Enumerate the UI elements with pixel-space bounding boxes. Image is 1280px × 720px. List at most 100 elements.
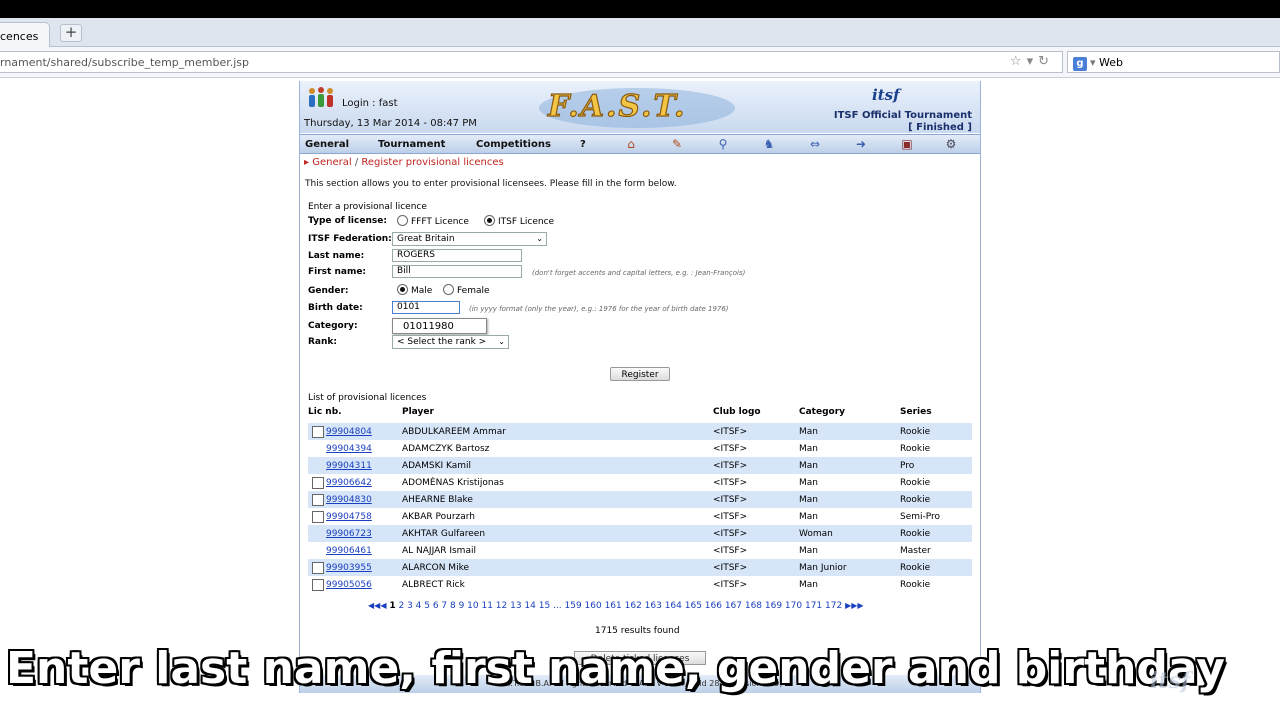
dropdown-icon[interactable]: ▾ xyxy=(1027,54,1039,69)
gender-option-female[interactable]: Female xyxy=(443,284,490,296)
breadcrumb-root[interactable]: General xyxy=(312,157,351,168)
row-checkbox[interactable] xyxy=(312,494,324,506)
player-name: AKHTAR Gulfareen xyxy=(402,529,486,539)
licence-number-link[interactable]: 99906723 xyxy=(326,529,372,539)
gender-label: Gender: xyxy=(308,286,349,296)
last-page-icon[interactable]: ▶▶ xyxy=(851,601,863,610)
licence-number-link[interactable]: 99905056 xyxy=(326,580,372,590)
player-series: Semi-Pro xyxy=(900,512,941,522)
birth-date-input[interactable]: 0101 xyxy=(392,301,460,314)
fast-page: Login : fast Thursday, 13 Mar 2014 - 08:… xyxy=(299,81,981,693)
main-nav: General Tournament Competitions ? ⌂ ✎ ⚲ … xyxy=(300,134,980,154)
player-category: Man xyxy=(799,478,818,488)
radio-ffft[interactable] xyxy=(397,215,408,226)
header-player: Player xyxy=(402,407,434,417)
itsf-logo: itsf xyxy=(872,86,900,104)
breadcrumb-separator: / xyxy=(354,157,359,168)
chevron-down-icon: ⌄ xyxy=(536,234,543,243)
player-name: AL NAJJAR Ismail xyxy=(402,546,476,556)
row-checkbox[interactable] xyxy=(312,562,324,574)
table-row: 99906461 AL NAJJAR Ismail <ITSF> Man Master xyxy=(308,542,972,559)
player-series: Rookie xyxy=(900,580,931,590)
teams-icon[interactable]: ⇔ xyxy=(806,137,824,151)
breadcrumb-current: Register provisional licences xyxy=(361,157,504,168)
club-logo: <ITSF> xyxy=(713,529,748,539)
nav-tournament[interactable]: Tournament xyxy=(378,139,445,150)
first-name-input[interactable]: Bill xyxy=(392,265,522,278)
last-name-input[interactable]: ROGERS xyxy=(392,249,522,262)
radio-male[interactable] xyxy=(397,284,408,295)
nav-competitions[interactable]: Competitions xyxy=(476,139,551,150)
browser-tab[interactable]: cences xyxy=(0,22,50,47)
first-name-label: First name: xyxy=(308,267,367,277)
club-logo: <ITSF> xyxy=(713,427,748,437)
register-button[interactable]: Register xyxy=(610,367,670,381)
licence-number-link[interactable]: 99903955 xyxy=(326,563,372,573)
club-logo: <ITSF> xyxy=(713,444,748,454)
bookmark-star-icon[interactable]: ☆ xyxy=(1010,54,1027,69)
player-category: Man xyxy=(799,495,818,505)
gender-option-male[interactable]: Male xyxy=(397,284,432,296)
autocomplete-suggestion[interactable]: 01011980 xyxy=(392,318,487,334)
row-checkbox[interactable] xyxy=(312,477,324,489)
pencil-icon[interactable]: ✎ xyxy=(668,137,686,151)
row-checkbox[interactable] xyxy=(312,579,324,591)
new-tab-button[interactable]: + xyxy=(60,24,82,42)
license-option-itsf[interactable]: ITSF Licence xyxy=(484,215,554,227)
license-option-ffft[interactable]: FFFT Licence xyxy=(397,215,469,227)
first-page-icon[interactable]: ◀◀ xyxy=(368,601,380,610)
federation-select[interactable]: Great Britain ⌄ xyxy=(392,232,547,246)
players-icon[interactable]: ♞ xyxy=(760,137,778,151)
bus-icon[interactable]: ▣ xyxy=(898,137,916,151)
header-club-logo: Club logo xyxy=(713,407,761,417)
search-box[interactable]: g ▾ Web xyxy=(1067,51,1280,73)
tournament-name: ITSF Official Tournament xyxy=(833,110,972,121)
licence-number-link[interactable]: 99904311 xyxy=(326,461,372,471)
page-header: Login : fast Thursday, 13 Mar 2014 - 08:… xyxy=(300,81,980,133)
header-lic-nb: Lic nb. xyxy=(308,407,342,417)
licence-number-link[interactable]: 99904830 xyxy=(326,495,372,505)
row-checkbox[interactable] xyxy=(312,511,324,523)
address-bar[interactable]: rnament/shared/subscribe_temp_member.jsp… xyxy=(0,51,1063,73)
radio-itsf[interactable] xyxy=(484,215,495,226)
player-category: Man xyxy=(799,512,818,522)
table-row: 99905056 ALBRECT Rick <ITSF> Man Rookie xyxy=(308,576,972,593)
gender-female-label: Female xyxy=(457,286,490,296)
nav-help[interactable]: ? xyxy=(580,139,586,150)
licence-number-link[interactable]: 99904758 xyxy=(326,512,372,522)
federation-value: Great Britain xyxy=(397,234,455,244)
club-logo: <ITSF> xyxy=(713,546,748,556)
licence-number-link[interactable]: 99904804 xyxy=(326,427,372,437)
nav-general[interactable]: General xyxy=(305,139,349,150)
club-logo: <ITSF> xyxy=(713,563,748,573)
itsf-watermark: itsf xyxy=(1150,668,1191,694)
radio-female[interactable] xyxy=(443,284,454,295)
player-category: Man xyxy=(799,580,818,590)
page-links[interactable]: 2 3 4 5 6 7 8 9 10 11 12 13 14 15 ... 15… xyxy=(398,601,842,611)
results-count: 1715 results found xyxy=(595,626,680,636)
licence-number-link[interactable]: 99904394 xyxy=(326,444,372,454)
tournament-status: [ Finished ] xyxy=(908,122,972,133)
reload-icon[interactable]: ↻ xyxy=(1038,54,1054,69)
licence-number-link[interactable]: 99906461 xyxy=(326,546,372,556)
player-series: Rookie xyxy=(900,427,931,437)
row-checkbox[interactable] xyxy=(312,426,324,438)
licence-list: 99904804 ABDULKAREEM Ammar <ITSF> Man Rookie… xyxy=(308,423,972,593)
prev-page-icon[interactable]: ◀ xyxy=(380,601,386,610)
settings-icon[interactable]: ⚙ xyxy=(942,137,960,151)
home-icon[interactable]: ⌂ xyxy=(622,137,640,151)
table-row: 99904804 ABDULKAREEM Ammar <ITSF> Man Rookie xyxy=(308,423,972,440)
rank-select[interactable]: < Select the rank > ⌄ xyxy=(392,335,509,349)
table-row: 99904758 AKBAR Pourzarh <ITSF> Man Semi-Pro xyxy=(308,508,972,525)
people-icon xyxy=(309,87,333,107)
header-series: Series xyxy=(900,407,932,417)
transfer-icon[interactable]: ➜ xyxy=(852,137,870,151)
address-bar-row: rnament/shared/subscribe_temp_member.jsp… xyxy=(0,47,1280,78)
player-series: Rookie xyxy=(900,478,931,488)
search-icon[interactable]: ⚲ xyxy=(714,137,732,151)
player-series: Rookie xyxy=(900,529,931,539)
federation-label: ITSF Federation: xyxy=(308,234,392,244)
license-type-label: Type of license: xyxy=(308,216,387,226)
club-logo: <ITSF> xyxy=(713,461,748,471)
licence-number-link[interactable]: 99906642 xyxy=(326,478,372,488)
